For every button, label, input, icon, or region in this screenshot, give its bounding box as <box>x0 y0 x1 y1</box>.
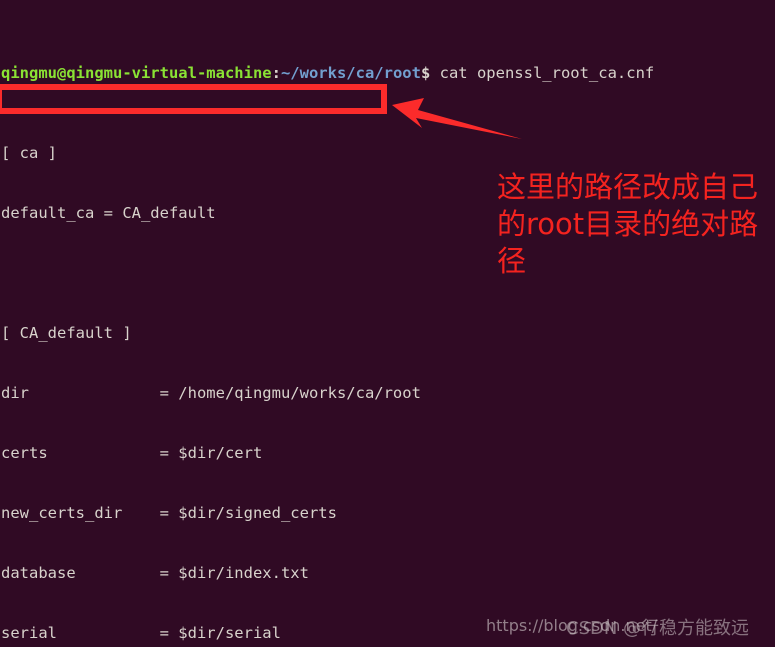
prompt-path: ~/works/ca/root <box>280 64 421 82</box>
config-line: certs = $dir/cert <box>1 444 263 462</box>
config-line: database = $dir/index.txt <box>1 564 309 582</box>
terminal-output[interactable]: qingmu@qingmu-virtual-machine:~/works/ca… <box>0 0 775 647</box>
prompt-colon: : <box>271 64 281 82</box>
shell-command: cat openssl_root_ca.cnf <box>430 64 655 82</box>
prompt-dollar: $ <box>420 64 431 82</box>
config-line: new_certs_dir = $dir/signed_certs <box>1 504 337 522</box>
shell-prompt-line: qingmu@qingmu-virtual-machine:~/works/ca… <box>0 63 775 83</box>
prompt-user-host: qingmu@qingmu-virtual-machine <box>1 64 272 82</box>
config-line-dir: dir = /home/qingmu/works/ca/root <box>1 384 421 402</box>
terminal-window: qingmu@qingmu-virtual-machine:~/works/ca… <box>0 0 775 647</box>
annotation-note: 这里的路径改成自己的root目录的绝对路径 <box>497 170 759 278</box>
config-line: serial = $dir/serial <box>1 624 281 642</box>
config-section-ca-default: [ CA_default ] <box>1 324 132 342</box>
config-line: [ ca ] <box>1 144 57 162</box>
